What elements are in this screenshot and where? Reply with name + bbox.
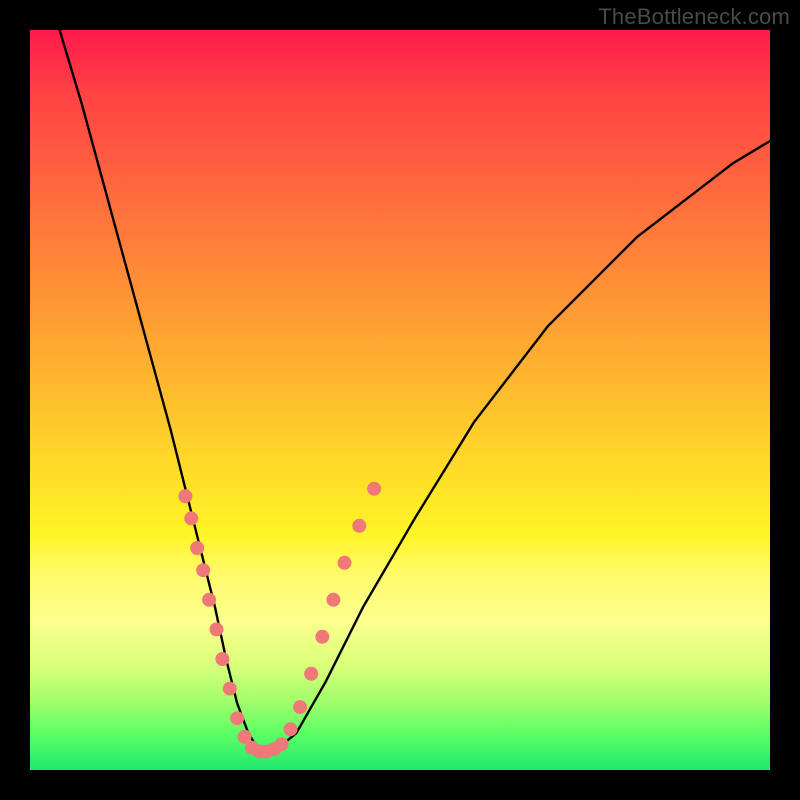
chart-svg: [30, 30, 770, 770]
watermark-text: TheBottleneck.com: [598, 4, 790, 30]
data-point: [230, 711, 244, 725]
data-point: [202, 593, 216, 607]
data-point: [210, 622, 224, 636]
data-point: [338, 556, 352, 570]
data-point: [196, 563, 210, 577]
data-point: [190, 541, 204, 555]
data-point: [178, 489, 192, 503]
data-point: [275, 737, 289, 751]
data-point: [304, 667, 318, 681]
data-point: [352, 519, 366, 533]
data-point: [293, 700, 307, 714]
data-point: [223, 682, 237, 696]
data-point: [184, 511, 198, 525]
data-point: [315, 630, 329, 644]
plot-area: [30, 30, 770, 770]
data-point: [326, 593, 340, 607]
data-point: [284, 722, 298, 736]
data-point: [215, 652, 229, 666]
outer-frame: TheBottleneck.com: [0, 0, 800, 800]
data-points: [178, 482, 381, 759]
bottleneck-curve: [60, 30, 770, 752]
data-point: [367, 482, 381, 496]
